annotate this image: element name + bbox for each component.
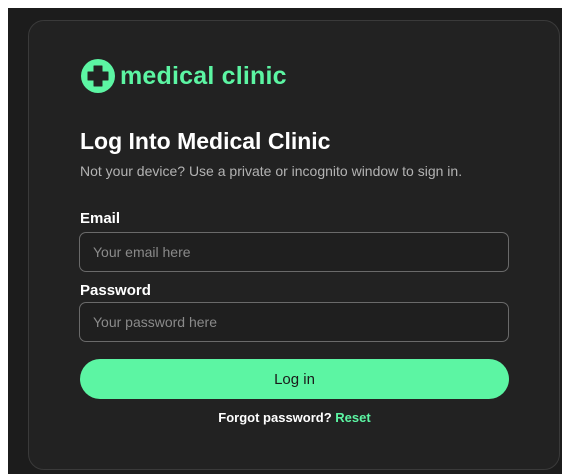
brand-name: medical clinic xyxy=(120,61,287,90)
page-subtitle: Not your device? Use a private or incogn… xyxy=(80,163,463,179)
login-button[interactable]: Log in xyxy=(80,359,509,399)
email-field[interactable] xyxy=(79,232,509,272)
password-field[interactable] xyxy=(79,302,509,342)
forgot-password-row: Forgot password? Reset xyxy=(80,410,509,425)
reset-link[interactable]: Reset xyxy=(335,410,370,425)
password-label: Password xyxy=(80,282,151,299)
page-title: Log Into Medical Clinic xyxy=(80,128,331,154)
brand-logo: medical clinic xyxy=(80,56,287,96)
medical-cross-icon xyxy=(81,59,115,93)
forgot-password-text: Forgot password? xyxy=(218,410,332,425)
email-label: Email xyxy=(80,210,121,227)
